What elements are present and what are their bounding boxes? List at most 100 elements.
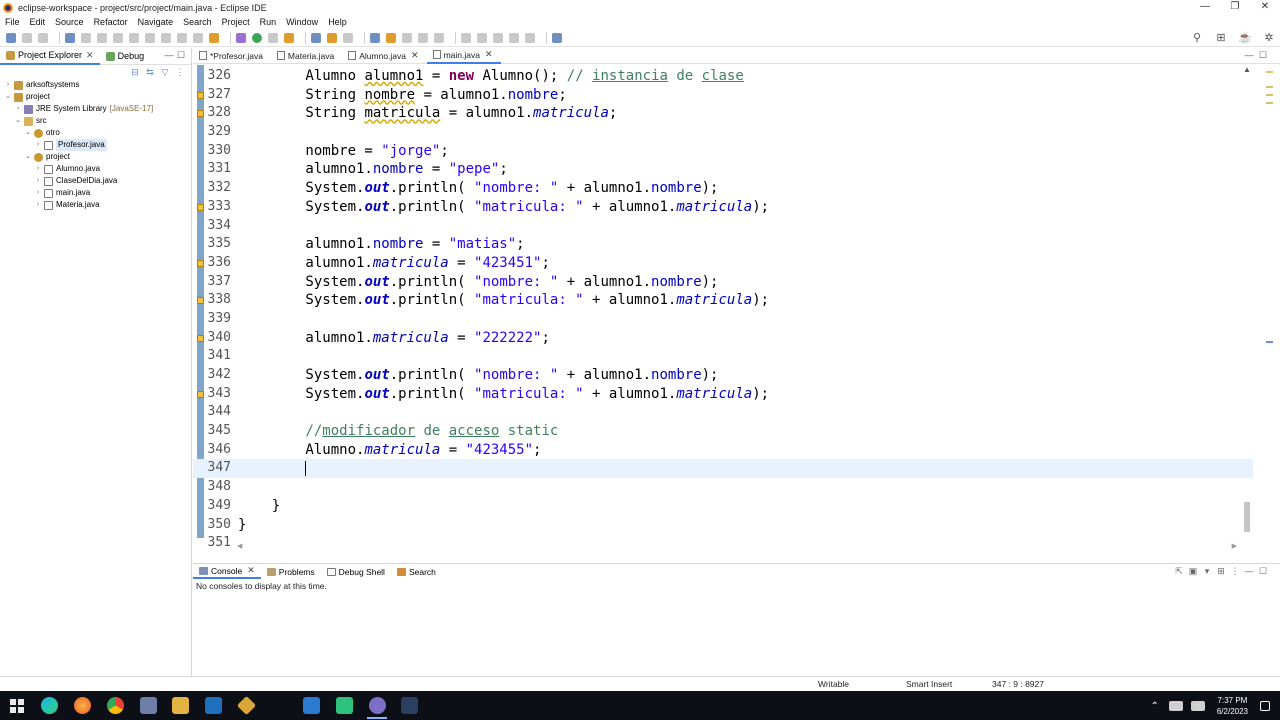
drop-to-frame-icon[interactable] — [209, 32, 219, 43]
resume-icon[interactable] — [97, 32, 107, 43]
code-line[interactable]: 339 — [193, 310, 1253, 329]
calculator-icon[interactable] — [140, 697, 157, 714]
close-window-button[interactable]: ✕ — [1250, 0, 1280, 15]
code-line[interactable]: 347 — [193, 459, 1253, 479]
code-line[interactable]: 341 — [193, 347, 1253, 366]
code-text[interactable]: System.out.println( "matricula: " + alum… — [238, 291, 769, 310]
java-perspective-icon[interactable]: ☕ — [1238, 32, 1252, 44]
overview-ruler[interactable] — [1266, 69, 1274, 549]
tab-materia-java[interactable]: Materia.java — [271, 48, 342, 64]
close-icon[interactable]: ✕ — [411, 50, 419, 61]
chevron-right-icon[interactable]: › — [34, 187, 42, 199]
occurrence-marker[interactable] — [1266, 341, 1273, 343]
notifications-icon[interactable] — [1260, 701, 1270, 711]
code-line[interactable]: 335 alumno1.nombre = "matias"; — [193, 235, 1253, 254]
terminate-icon[interactable] — [129, 32, 139, 43]
display-console-icon[interactable]: ▣ — [1186, 566, 1200, 577]
code-text[interactable]: alumno1.nombre = "pepe"; — [238, 160, 507, 179]
maximize-button[interactable]: ❐ — [1220, 0, 1250, 15]
menu-refactor[interactable]: Refactor — [89, 15, 133, 29]
code-text[interactable]: } — [238, 516, 246, 535]
warning-marker[interactable] — [1266, 102, 1273, 104]
suspend-icon[interactable] — [113, 32, 123, 43]
collapse-all-icon[interactable]: ⊟ — [130, 67, 140, 77]
close-icon[interactable]: ✕ — [86, 50, 94, 61]
menu-help[interactable]: Help — [323, 15, 352, 29]
code-text[interactable]: String matricula = alumno1.matricula; — [238, 104, 617, 123]
debug-icon[interactable] — [236, 32, 246, 43]
chevron-right-icon[interactable]: › — [34, 175, 42, 187]
tab-debug-shell[interactable]: Debug Shell — [321, 564, 391, 579]
step-over-icon[interactable] — [177, 32, 187, 43]
tree-item[interactable]: › arksoftsystems — [0, 79, 191, 91]
open-type-icon[interactable] — [370, 32, 380, 43]
maximize-editor-icon[interactable]: ☐ — [1256, 50, 1270, 61]
tab-alumno-java[interactable]: Alumno.java ✕ — [342, 48, 426, 64]
view-menu-icon[interactable]: ⋮ — [175, 67, 185, 77]
menu-edit[interactable]: Edit — [25, 15, 51, 29]
external-tools-icon[interactable] — [284, 32, 294, 43]
menu-window[interactable]: Window — [281, 15, 323, 29]
code-line[interactable]: 333 System.out.println( "matricula: " + … — [193, 198, 1253, 217]
maximize-panel-icon[interactable]: ☐ — [1256, 566, 1270, 577]
menu-project[interactable]: Project — [217, 15, 255, 29]
code-text[interactable]: } — [238, 497, 280, 516]
scroll-up-icon[interactable]: ▲ — [1242, 65, 1252, 74]
windows-start-icon[interactable] — [10, 699, 24, 713]
pin-editor-icon[interactable] — [552, 32, 562, 43]
code-line[interactable]: 332 System.out.println( "nombre: " + alu… — [193, 179, 1253, 198]
warning-marker[interactable] — [1266, 86, 1273, 88]
code-line[interactable]: 346 Alumno.matricula = "423455"; — [193, 441, 1253, 460]
scrollbar-thumb[interactable] — [1244, 502, 1250, 532]
new-java-project-icon[interactable] — [311, 32, 321, 43]
code-line[interactable]: 328 String matricula = alumno1.matricula… — [193, 104, 1253, 123]
chrome-icon[interactable] — [107, 697, 124, 714]
search-icon[interactable]: ⚲ — [1190, 32, 1204, 44]
code-area[interactable]: 326 Alumno alumno1 = new Alumno(); // in… — [193, 65, 1280, 552]
tree-item[interactable]: › ClaseDelDia.java — [0, 175, 191, 187]
chevron-up-icon[interactable]: ⌃ — [1150, 701, 1158, 712]
code-text[interactable]: String nombre = alumno1.nombre; — [238, 86, 566, 105]
tree-item[interactable]: ⌄ src — [0, 115, 191, 127]
tab-profesor-java[interactable]: *Profesor.java — [193, 48, 271, 64]
menu-search[interactable]: Search — [178, 15, 217, 29]
code-text[interactable]: alumno1.matricula = "423451"; — [238, 254, 549, 273]
debug-perspective-icon[interactable]: ✲ — [1262, 32, 1276, 44]
forward-icon[interactable] — [525, 32, 535, 43]
close-icon[interactable]: ✕ — [247, 565, 255, 576]
code-line[interactable]: 330 nombre = "jorge"; — [193, 142, 1253, 161]
code-line[interactable]: 345 //modificador de acceso static — [193, 422, 1253, 441]
code-line[interactable]: 348 — [193, 478, 1253, 497]
code-line[interactable]: 334 — [193, 217, 1253, 236]
tree-item[interactable]: ⌄ otro — [0, 127, 191, 139]
chevron-right-icon[interactable]: › — [34, 199, 42, 211]
chevron-down-icon[interactable]: ⌄ — [14, 115, 22, 127]
tab-debug[interactable]: Debug — [100, 48, 151, 65]
status-cursor-position[interactable]: 347 : 9 : 8927 — [992, 679, 1044, 689]
menu-run[interactable]: Run — [255, 15, 282, 29]
code-line[interactable]: 327 String nombre = alumno1.nombre; — [193, 86, 1253, 105]
mail-icon[interactable] — [205, 697, 222, 714]
chevron-down-icon[interactable]: ⌄ — [24, 151, 32, 163]
new-class-icon[interactable] — [343, 32, 353, 43]
save-all-icon[interactable] — [38, 32, 48, 43]
code-line[interactable]: 344 — [193, 403, 1253, 422]
perspective-open-icon[interactable]: ⊞ — [1214, 32, 1228, 44]
console-menu-icon[interactable]: ▾ — [1200, 566, 1214, 577]
minimize-editor-icon[interactable]: — — [1242, 50, 1256, 61]
block-selection-icon[interactable] — [402, 32, 412, 43]
code-line[interactable]: 349 } — [193, 497, 1253, 516]
scroll-left-icon[interactable]: ◀ — [237, 542, 242, 550]
code-text[interactable] — [238, 459, 307, 478]
code-text[interactable]: nombre = "jorge"; — [238, 142, 448, 161]
tab-console[interactable]: Console ✕ — [193, 564, 261, 579]
firefox-icon[interactable] — [74, 697, 91, 714]
new-icon[interactable] — [6, 32, 16, 43]
code-text[interactable]: alumno1.matricula = "222222"; — [238, 329, 549, 348]
scroll-right-icon[interactable]: ▶ — [1232, 542, 1237, 550]
code-text[interactable]: System.out.println( "nombre: " + alumno1… — [238, 366, 718, 385]
tab-search[interactable]: Search — [391, 564, 442, 579]
minimize-panel-icon[interactable]: — — [1242, 566, 1256, 577]
horizontal-scrollbar[interactable]: ◀ ▶ — [237, 542, 1237, 550]
link-with-editor-icon[interactable]: ⇆ — [145, 67, 155, 77]
